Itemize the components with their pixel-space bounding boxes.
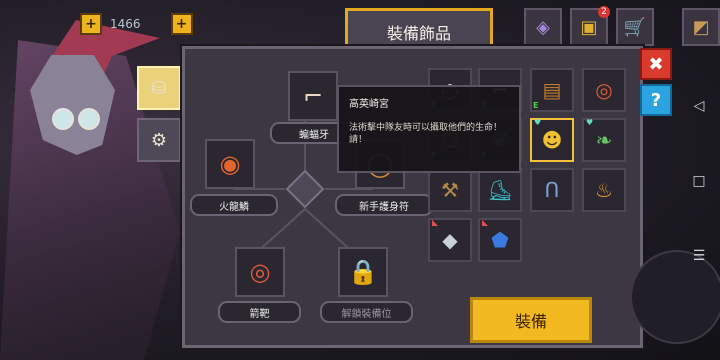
inventory-item-flame[interactable]: ♨ <box>582 168 626 212</box>
inventory-item-horseshoe[interactable]: Ո <box>530 168 574 212</box>
target-icon: ◎ <box>249 258 271 286</box>
close-icon[interactable]: ✖ <box>640 48 672 80</box>
currency-bar: + 1466 + <box>80 12 193 36</box>
nav-back-icon[interactable]: ◁ <box>688 95 710 117</box>
item-category-tab[interactable]: ⚙ <box>137 118 181 162</box>
inventory-item-sapphire[interactable]: ⬟ ◣ <box>478 218 522 262</box>
help-icon[interactable]: ? <box>640 84 672 116</box>
notification-badge: 2 <box>598 6 610 18</box>
add-gem-button[interactable]: + <box>80 13 102 35</box>
tooltip-title: 高英崎宮 <box>349 99 389 110</box>
shop-cart-button[interactable]: 🛒 <box>616 8 654 46</box>
lock-icon: 🔒 <box>348 258 378 286</box>
slot-bottom-left-label: 箭靶 <box>218 301 301 323</box>
dice-button[interactable]: ◈ <box>524 8 562 46</box>
add-coin-button[interactable]: + <box>170 13 193 35</box>
bat-fang-icon: ⌐ <box>302 82 324 110</box>
slot-left-label: 火龍鱗 <box>190 194 278 216</box>
slot-bottom-left[interactable]: ◎ <box>235 247 285 297</box>
top-right-buttons: ◈ ▣ 2 🛒 ◩ <box>524 6 720 46</box>
equip-button[interactable]: 裝備 <box>470 297 592 343</box>
fire-dragon-scale-icon: ◉ <box>219 150 241 178</box>
slot-right-label: 新手護身符 <box>335 194 433 216</box>
inventory-item-crystal[interactable]: ◆ ◣ <box>428 218 472 262</box>
inventory-item-scroll[interactable]: ▤ E <box>530 68 574 112</box>
accessory-category-tab[interactable]: ⛁ <box>137 66 181 110</box>
villain-glasses <box>52 108 100 130</box>
inventory-item-herb[interactable]: ❧ ♥ <box>582 118 626 162</box>
item-tooltip: 高英崎宮 法術擊中隊友時可以攝取他們的生命！請！ <box>337 85 521 173</box>
nav-menu-icon[interactable]: ☰ <box>688 245 710 267</box>
nav-home-icon[interactable]: □ <box>688 170 710 192</box>
gem-count: 1466 <box>110 17 141 31</box>
slot-locked-label: 解鎖裝備位 <box>320 301 413 323</box>
slot-locked[interactable]: 🔒 <box>338 247 388 297</box>
inventory-item-glasses-selected[interactable]: ☻ ♥ <box>530 118 574 162</box>
inventory-item-target[interactable]: ◎ <box>582 68 626 112</box>
inventory-item-club[interactable]: ⚒ <box>428 168 472 212</box>
gift-button[interactable]: ▣ 2 <box>570 6 610 46</box>
slot-left[interactable]: ◉ <box>205 139 255 189</box>
slot-top[interactable]: ⌐ <box>288 71 338 121</box>
tooltip-body: 法術擊中隊友時可以攝取他們的生命！請！ <box>349 123 503 145</box>
hero-portrait-button[interactable]: ◩ <box>682 8 720 46</box>
inventory-item-boot[interactable]: ⛸ <box>478 168 522 212</box>
villain-head <box>30 55 115 155</box>
